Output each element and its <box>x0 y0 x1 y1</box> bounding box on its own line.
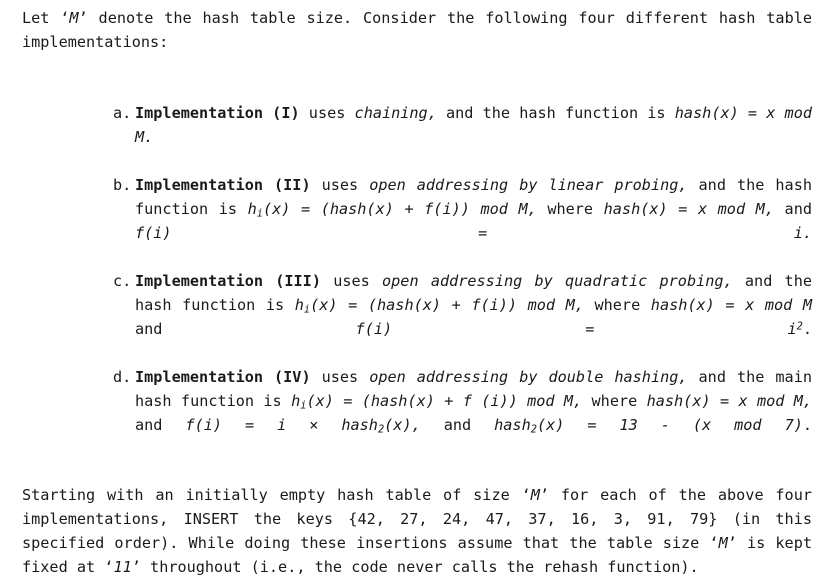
table-size-value: 11 <box>113 558 132 576</box>
implementation-list: a. Implementation (I) uses chaining, and… <box>22 101 812 461</box>
intro-text-before: Let <box>22 9 61 27</box>
item-d-hi-function: hi(x) <box>291 392 334 410</box>
item-c-f-definition: f(i) = i2 <box>356 320 803 338</box>
insert-keys-list: 42, 27, 24, 47, 37, 16, 3, 91, 79 <box>357 510 709 528</box>
list-item-c-body: Implementation (III) uses open addressin… <box>135 272 812 362</box>
closing-text-5: throughout (i.e., the code never calls t… <box>140 558 699 576</box>
implementation-label-iii: Implementation (III) <box>135 272 321 290</box>
list-item-a-body: Implementation (I) uses chaining, and th… <box>135 104 812 170</box>
list-item-c: c. Implementation (III) uses open addres… <box>22 269 812 365</box>
spacer-after-list <box>22 461 812 483</box>
item-d-text-7: . <box>802 416 813 434</box>
item-c-f-base: f(i) = i <box>355 320 797 338</box>
list-item-b: b. Implementation (II) uses open address… <box>22 173 812 269</box>
item-d-f-definition: f(i) = i × hash2(x), <box>185 416 420 434</box>
item-d-hash2-suffix: (x) = 13 - (x mod 7) <box>536 416 803 434</box>
quote-close-2: ’ <box>539 486 550 504</box>
closing-paragraph: Starting with an initially empty hash ta… <box>22 483 812 579</box>
item-c-formula-main: (hash(x) + f(i)) mod M, <box>367 296 584 314</box>
item-c-hash-definition: hash(x) = x mod M <box>650 296 812 314</box>
implementation-label-iv: Implementation (IV) <box>135 368 311 386</box>
item-d-text-5: and <box>135 416 186 434</box>
document-page: Let ‘M’ denote the hash table size. Cons… <box>0 0 834 576</box>
quote-open-4: ‘ <box>104 558 114 576</box>
item-d-f-prefix: f(i) = i × hash <box>185 416 378 434</box>
item-d-f-suffix: (x), <box>384 416 421 434</box>
item-a-emphasis-chaining: chaining, <box>354 104 437 122</box>
hash-table-size-symbol: M <box>69 9 79 27</box>
item-d-text-4: where <box>582 392 647 410</box>
item-c-text-6: . <box>802 320 812 338</box>
list-marker-a: a. <box>113 104 132 122</box>
item-b-hi-function: hi(x) <box>248 200 291 218</box>
item-a-text-2: and the hash function is <box>436 104 675 122</box>
list-marker-b: b. <box>113 176 132 194</box>
item-c-text-3: = <box>337 296 368 314</box>
quote-close-4: ’ <box>131 558 141 576</box>
item-d-text-1: uses <box>310 368 370 386</box>
list-item-a: a. Implementation (I) uses chaining, and… <box>22 101 812 173</box>
item-b-text-1: uses <box>310 176 370 194</box>
implementation-label-i: Implementation (I) <box>135 104 300 122</box>
item-d-hi-arg: (x) <box>306 392 334 410</box>
item-d-hash-definition: hash(x) = x mod M, <box>646 392 813 410</box>
item-a-text-1: uses <box>299 104 355 122</box>
item-c-emphasis-quadratic-probing: open addressing by quadratic probing, <box>382 272 733 290</box>
implementation-label-ii: Implementation (II) <box>135 176 311 194</box>
quote-open-3: ‘ <box>709 534 719 552</box>
list-item-b-body: Implementation (II) uses open addressing… <box>135 176 812 266</box>
item-c-text-4: where <box>583 296 651 314</box>
item-d-hash2-prefix: hash <box>494 416 531 434</box>
item-d-hash2-definition: hash2(x) = 13 - (x mod 7) <box>494 416 803 434</box>
item-c-text-5: and <box>135 320 356 338</box>
item-d-emphasis-double-hashing: open addressing by double hashing, <box>369 368 688 386</box>
spacer-before-list <box>22 78 812 101</box>
item-b-hi-base: h <box>247 200 257 218</box>
item-b-formula-main: (hash(x) + f(i)) mod M, <box>320 200 537 218</box>
intro-paragraph: Let ‘M’ denote the hash table size. Cons… <box>22 6 812 78</box>
item-b-text-3: = <box>290 200 321 218</box>
quote-close: ’ <box>78 9 88 27</box>
item-d-text-6: and <box>420 416 495 434</box>
item-c-text-1: uses <box>320 272 383 290</box>
list-marker-c: c. <box>113 272 132 290</box>
item-d-hi-base: h <box>291 392 301 410</box>
intro-text-after: denote the hash table size. Consider the… <box>22 9 813 51</box>
item-c-hi-arg: (x) <box>310 296 338 314</box>
quote-open-2: ‘ <box>521 486 531 504</box>
list-item-d: d. Implementation (IV) uses open address… <box>22 365 812 461</box>
item-b-text-5: and <box>773 200 812 218</box>
item-c-hi-function: hi(x) <box>295 296 338 314</box>
item-d-text-3: = <box>333 392 362 410</box>
hash-table-size-symbol-3: M <box>718 534 728 552</box>
item-b-hash-definition: hash(x) = x mod M, <box>603 200 774 218</box>
item-b-hi-arg: (x) <box>262 200 291 218</box>
quote-close-3: ’ <box>727 534 737 552</box>
item-d-formula-main: (hash(x) + f (i)) mod M, <box>361 392 583 410</box>
list-item-d-body: Implementation (IV) uses open addressing… <box>135 368 812 458</box>
item-b-text-4: where <box>536 200 604 218</box>
item-b-emphasis-linear-probing: open addressing by linear probing, <box>369 176 688 194</box>
item-b-f-definition: f(i) = i. <box>135 224 812 242</box>
closing-text-1: Starting with an initially empty hash ta… <box>22 486 522 504</box>
item-c-hi-base: h <box>294 296 304 314</box>
hash-table-size-symbol-2: M <box>530 486 540 504</box>
list-marker-d: d. <box>113 368 132 386</box>
